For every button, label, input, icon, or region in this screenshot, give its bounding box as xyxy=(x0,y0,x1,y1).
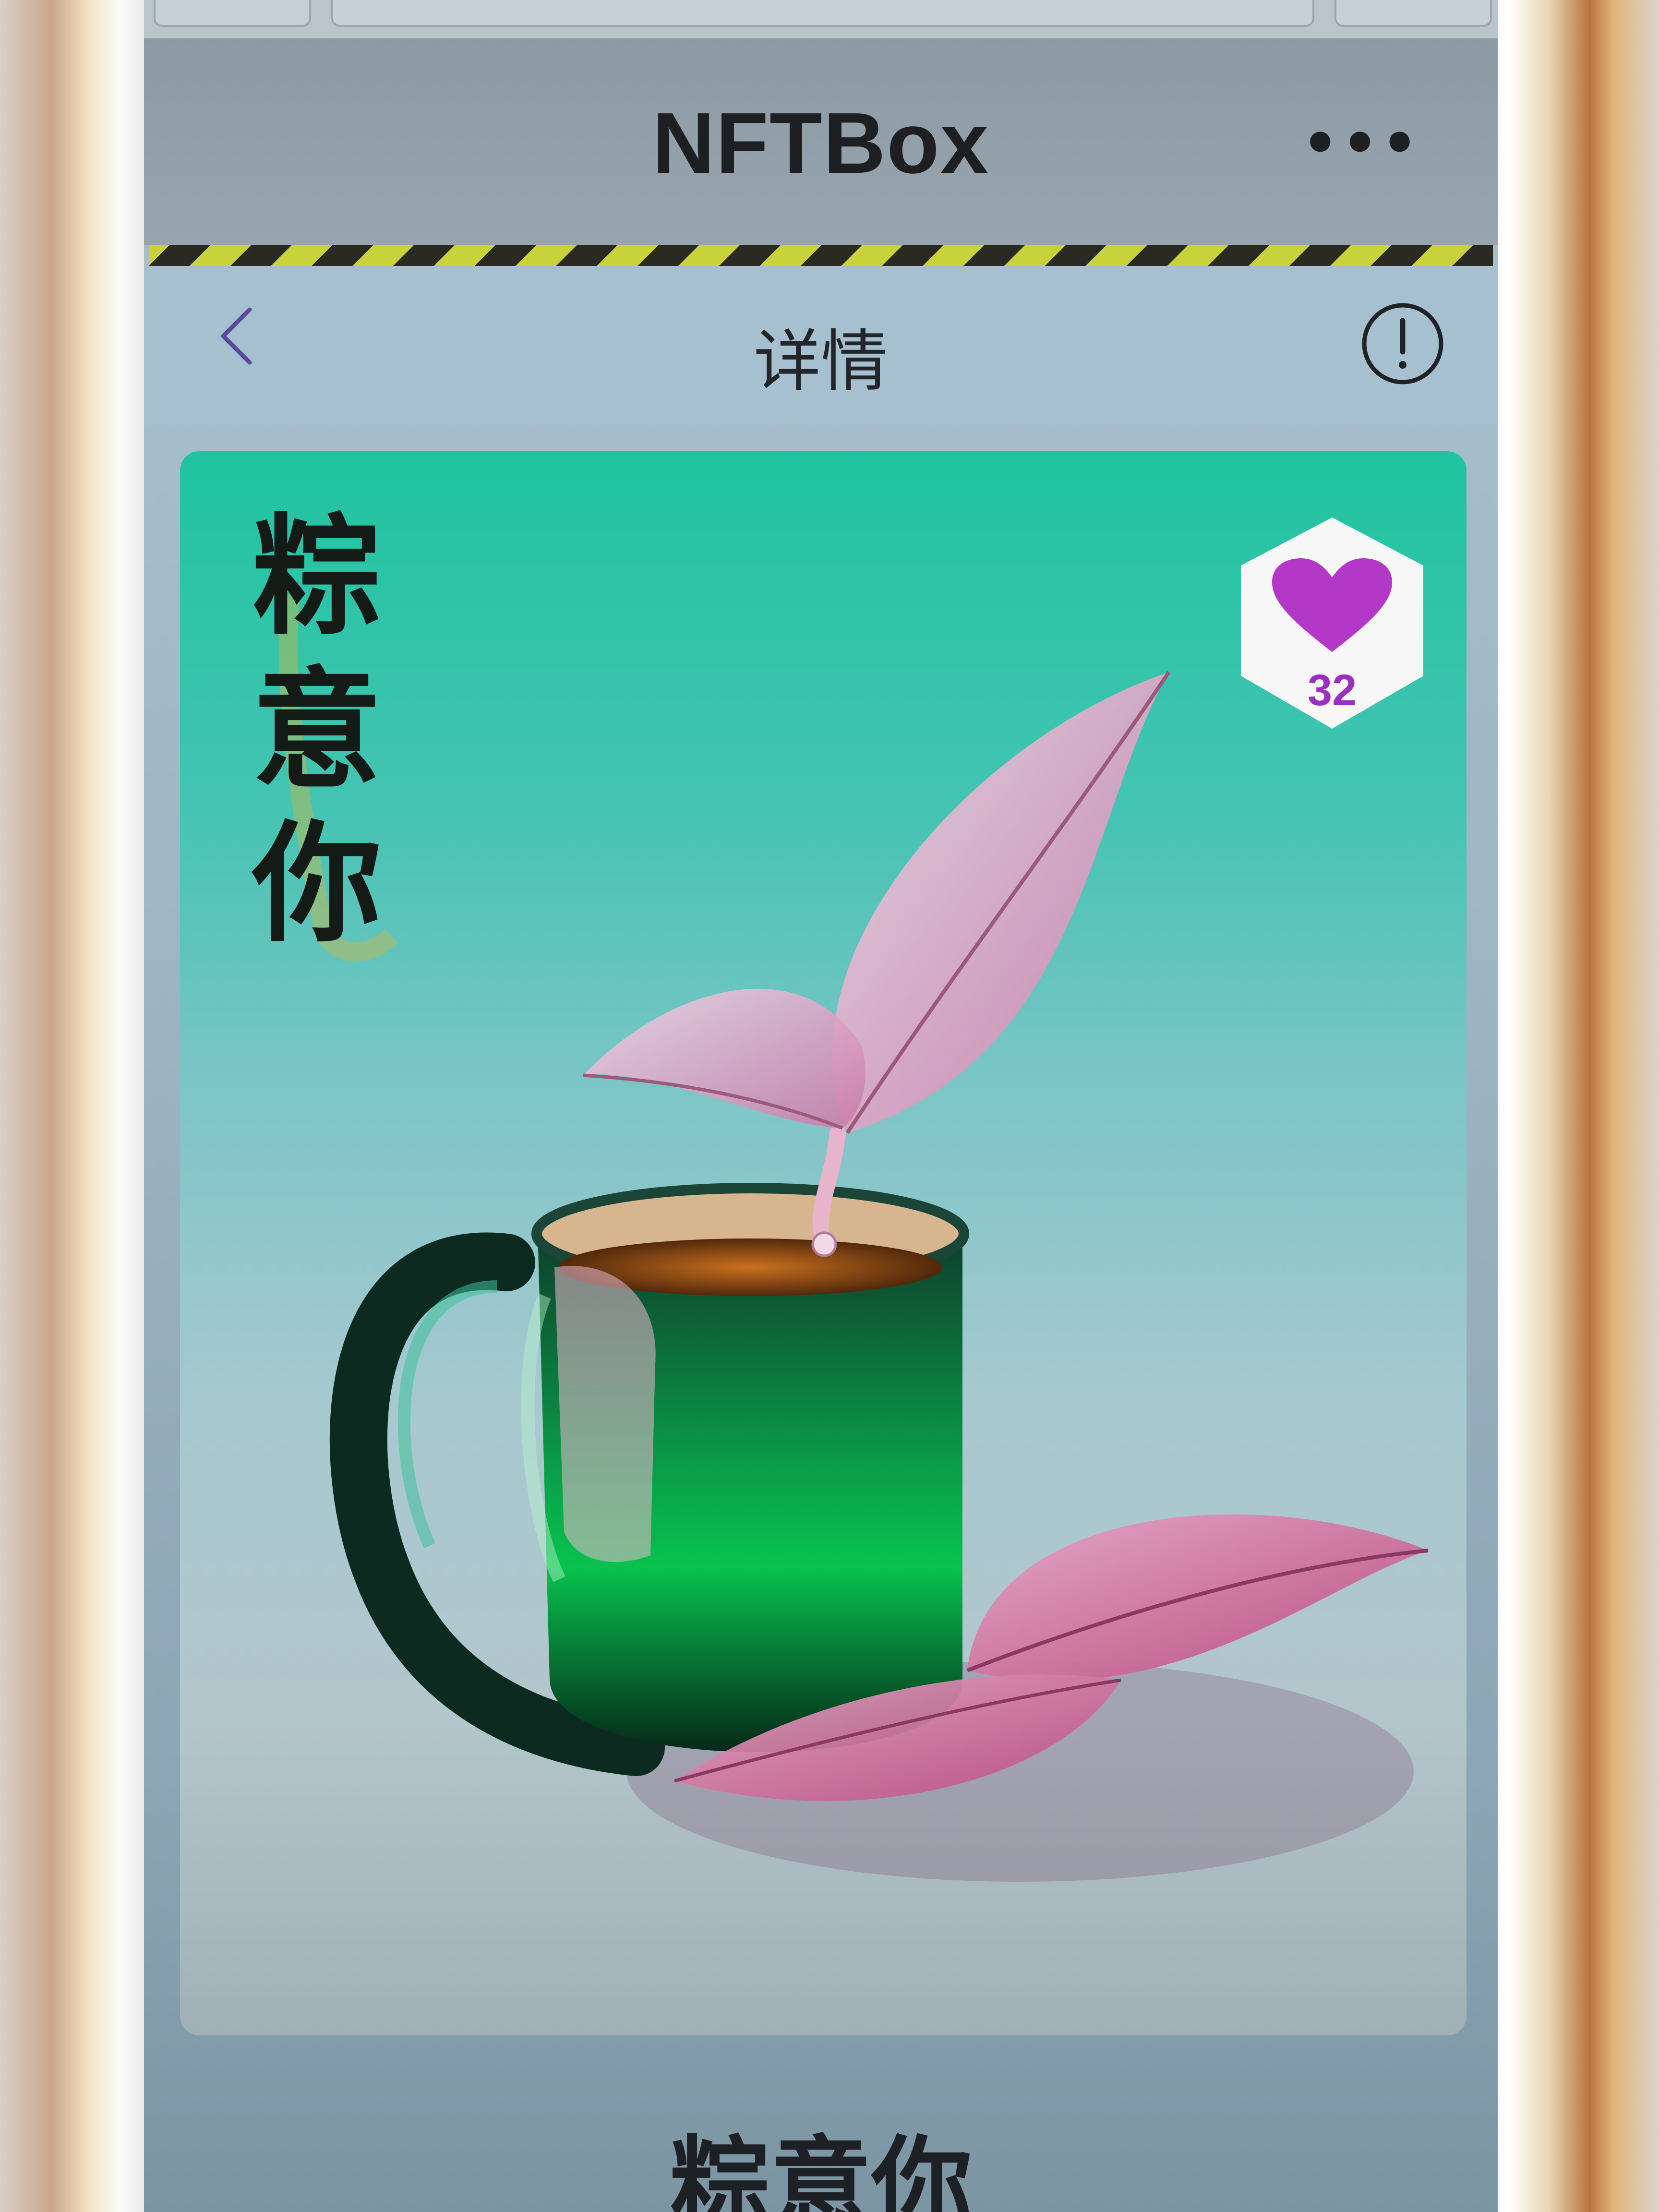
heart-icon xyxy=(1272,558,1392,652)
page-title: 详情 xyxy=(753,323,888,401)
browser-chrome xyxy=(144,0,1498,38)
browser-address-bar[interactable] xyxy=(331,0,1314,27)
nft-artwork[interactable]: 粽 意 你 32 xyxy=(180,451,1467,2035)
device-frame-left xyxy=(0,0,149,2212)
like-count: 32 xyxy=(1307,666,1357,715)
device-frame-right xyxy=(1477,0,1659,2212)
like-badge[interactable]: 32 xyxy=(1222,513,1443,733)
artwork-calligraphy: 粽 意 你 xyxy=(252,500,382,960)
app-title: NFTBox xyxy=(652,95,989,192)
nft-item-name: 粽意你 xyxy=(669,2126,972,2212)
phone-screen: NFTBox ••• 详情 粽 意 你 32 粽意你 xyxy=(144,0,1498,2212)
browser-tab[interactable] xyxy=(154,0,311,27)
more-dots-icon[interactable]: ••• xyxy=(1302,115,1421,173)
browser-tab[interactable] xyxy=(1334,0,1492,27)
info-circle-icon[interactable] xyxy=(1360,301,1445,386)
hazard-stripe-divider xyxy=(149,245,1493,266)
